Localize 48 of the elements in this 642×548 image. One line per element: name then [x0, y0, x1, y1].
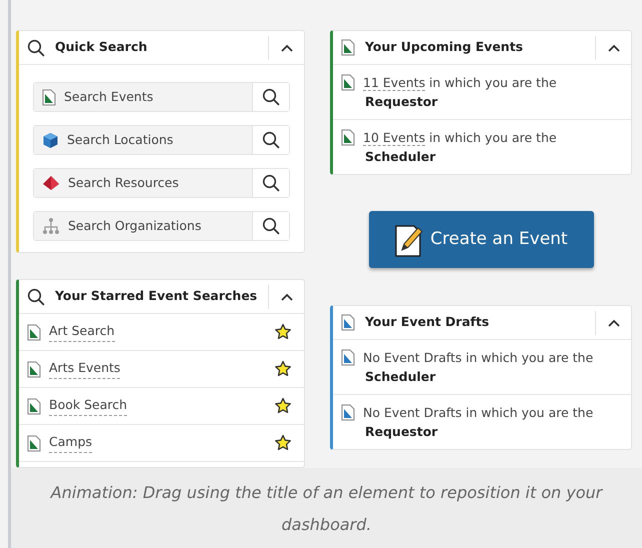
- events-link[interactable]: 11 Events: [363, 75, 426, 91]
- document-icon: [27, 324, 41, 340]
- search-option-button[interactable]: Search Organizations: [34, 212, 252, 240]
- document-icon: [42, 88, 56, 106]
- search-icon: [262, 217, 280, 235]
- saved-search-link[interactable]: Arts Events: [49, 359, 120, 379]
- document-icon: [341, 129, 355, 146]
- document-icon: [27, 434, 41, 452]
- search-button[interactable]: [252, 212, 289, 240]
- pyramid-icon: [42, 175, 60, 191]
- chevron-up-icon: [280, 44, 292, 52]
- search-button[interactable]: [252, 169, 289, 197]
- search-icon: [262, 88, 280, 106]
- saved-search-link[interactable]: Camps: [49, 433, 92, 453]
- document-icon: [341, 74, 355, 91]
- search-button[interactable]: [252, 83, 289, 111]
- chevron-up-icon: [280, 292, 292, 300]
- search-icon: [262, 174, 280, 192]
- event-summary: 11 Events in which you are the Requestor: [363, 74, 557, 111]
- saved-search-link[interactable]: Book Search: [49, 396, 128, 416]
- create-event-button[interactable]: Create an Event: [368, 211, 594, 268]
- cube-icon: [42, 132, 59, 148]
- search-button[interactable]: [252, 126, 289, 154]
- document-icon: [341, 39, 355, 56]
- panel-title[interactable]: Your Upcoming Events: [365, 38, 595, 57]
- hierarchy-icon: [42, 217, 60, 235]
- panel-title[interactable]: Quick Search: [55, 38, 268, 57]
- events-link[interactable]: 10 Events: [363, 130, 426, 146]
- event-summary: No Event Drafts in which you are the Scheduler: [363, 349, 594, 386]
- search-option-button[interactable]: Search Locations: [34, 126, 252, 154]
- saved-search-link[interactable]: Art Search: [49, 322, 115, 342]
- panel-title[interactable]: Your Event Drafts: [365, 313, 595, 332]
- search-icon: [27, 288, 45, 306]
- search-icon: [262, 131, 280, 149]
- panel-title[interactable]: Your Starred Event Searches: [55, 287, 268, 306]
- event-summary: 10 Events in which you are the Scheduler: [363, 129, 557, 166]
- event-summary: No Event Drafts in which you are the Requestor: [363, 404, 594, 441]
- document-icon: [341, 404, 355, 421]
- chevron-up-icon: [608, 44, 620, 52]
- caption: Animation: Drag using the title of an element to reposition it on your dashboard.: [11, 468, 642, 548]
- document-icon: [341, 314, 355, 331]
- chevron-up-icon: [608, 318, 620, 326]
- document-icon: [27, 360, 41, 378]
- document-icon: [27, 398, 41, 414]
- search-icon: [27, 38, 45, 56]
- search-option-button[interactable]: Search Events: [34, 83, 252, 111]
- search-option-button[interactable]: Search Resources: [34, 169, 252, 197]
- document-icon: [341, 349, 355, 366]
